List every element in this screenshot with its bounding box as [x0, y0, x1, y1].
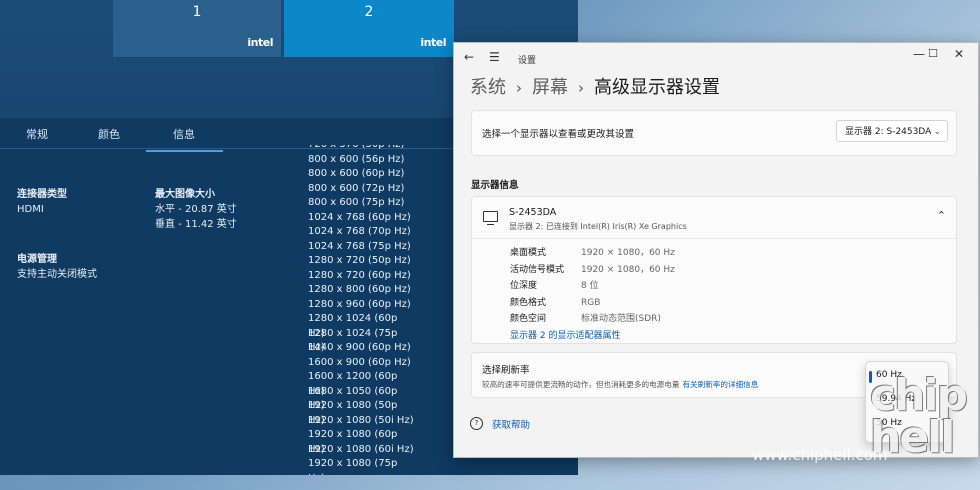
display-mode-item[interactable]: 1600 x 1200 (60p Hz) — [301, 370, 416, 397]
display-mode-item[interactable]: 1920 x 1080 (75p Hz) — [301, 457, 416, 475]
display-mode-item[interactable]: 1280 x 1024 (60p Hz) — [301, 312, 416, 339]
chevron-right-icon: › — [516, 79, 522, 97]
display-info-row: 颜色空间 标准动态范围(SDR) — [510, 311, 930, 328]
page-title: 高级显示器设置 — [594, 77, 720, 98]
info-value: 标准动态范围(SDR) — [581, 314, 661, 324]
refresh-rate-title: 选择刷新率 — [482, 365, 530, 376]
maximize-button[interactable]: ☐ — [923, 47, 943, 60]
display-mode-item[interactable]: 800 x 600 (72p Hz) — [301, 182, 416, 197]
power-value: 支持主动关闭模式 — [17, 269, 97, 280]
display-select-value: 显示器 2: S-2453DA — [845, 127, 932, 137]
display-mode-item[interactable]: 720 x 576 (50p Hz) — [301, 145, 416, 153]
connector-info: 连接器类型 HDMI — [17, 187, 67, 217]
breadcrumb-system[interactable]: 系统 — [470, 77, 506, 98]
close-button[interactable]: ✕ — [949, 47, 969, 61]
max-size-horizontal: 水平 - 20.87 英寸 — [155, 204, 237, 215]
display-mode-item[interactable]: 1440 x 900 (60p Hz) — [301, 341, 416, 356]
info-value: RGB — [581, 297, 601, 308]
breadcrumb-display[interactable]: 屏幕 — [532, 77, 568, 98]
display-info-row: 活动信号模式 1920 × 1080，60 Hz — [510, 262, 930, 279]
monitor-number: 1 — [192, 4, 202, 20]
monitor-number: 2 — [364, 4, 374, 20]
max-size-vertical: 垂直 - 11.42 英寸 — [155, 219, 237, 230]
supported-modes-list[interactable]: 720 x 576 (50p Hz)800 x 600 (56p Hz)800 … — [301, 145, 416, 475]
info-value: 8 位 — [581, 281, 599, 291]
refresh-rate-info-link[interactable]: 有关刷新率的详细信息 — [682, 380, 758, 389]
connector-label: 连接器类型 — [17, 189, 67, 200]
display-mode-item[interactable]: 1680 x 1050 (60p Hz) — [301, 385, 416, 412]
max-size-label: 最大图像大小 — [155, 189, 215, 200]
display-mode-item[interactable]: 1920 x 1080 (60i Hz) — [301, 443, 416, 458]
adapter-properties-link[interactable]: 显示器 2 的显示适配器属性 — [510, 328, 620, 341]
connector-value: HDMI — [17, 204, 44, 215]
chevron-right-icon: › — [578, 79, 584, 97]
max-size-info: 最大图像大小 水平 - 20.87 英寸 垂直 - 11.42 英寸 — [155, 187, 237, 232]
display-info-row: 桌面模式 1920 × 1080，60 Hz — [510, 245, 930, 262]
display-mode-item[interactable]: 1920 x 1080 (60p Hz) — [301, 428, 416, 455]
tab-general[interactable]: 常规 — [26, 126, 48, 142]
power-info: 电源管理 支持主动关闭模式 — [17, 252, 97, 282]
breadcrumb: 系统 › 屏幕 › 高级显示器设置 — [470, 73, 720, 99]
display-info-card: S-2453DA 显示器 2: 已连接到 Intel(R) Iris(R) Xe… — [471, 196, 957, 344]
display-mode-item[interactable]: 800 x 600 (60p Hz) — [301, 167, 416, 182]
chevron-up-icon[interactable]: ⌃ — [937, 209, 946, 222]
refresh-rate-description: 较高的速率可提供更流畅的动作，但也消耗更多的电源电量 有关刷新率的详细信息 — [482, 379, 758, 390]
info-value: 1920 × 1080，60 Hz — [581, 264, 675, 275]
display-mode-item[interactable]: 800 x 600 (56p Hz) — [301, 153, 416, 168]
display-select-dropdown[interactable]: 显示器 2: S-2453DA ⌄ — [836, 120, 948, 142]
display-mode-item[interactable]: 1280 x 960 (60p Hz) — [301, 298, 416, 313]
watermark-url: www.chiphell.com — [752, 446, 888, 464]
section-title: 显示器信息 — [471, 180, 519, 191]
refresh-rate-sub: 较高的速率可提供更流畅的动作，但也消耗更多的电源电量 — [482, 380, 680, 389]
tab-info[interactable]: 信息 — [146, 126, 223, 152]
intel-logo: intel — [420, 36, 446, 49]
monitor-1-tile[interactable]: 1 intel — [113, 0, 281, 57]
display-mode-item[interactable]: 1920 x 1080 (50i Hz) — [301, 414, 416, 429]
hamburger-menu-icon[interactable]: ☰ — [489, 50, 500, 64]
display-mode-item[interactable]: 1024 x 768 (70p Hz) — [301, 225, 416, 240]
title-bar: ← ☰ 设置 — ☐ ✕ — [454, 43, 978, 73]
display-info-header[interactable]: S-2453DA 显示器 2: 已连接到 Intel(R) Iris(R) Xe… — [472, 197, 956, 239]
display-select-card: 选择一个显示器以查看或更改其设置 显示器 2: S-2453DA ⌄ — [471, 110, 957, 156]
chevron-down-icon: ⌄ — [933, 127, 941, 137]
display-mode-item[interactable]: 800 x 600 (75p Hz) — [301, 196, 416, 211]
display-mode-item[interactable]: 1280 x 800 (60p Hz) — [301, 283, 416, 298]
info-value: 1920 × 1080，60 Hz — [581, 248, 675, 258]
info-key: 桌面模式 — [510, 248, 547, 258]
display-info-rows: 桌面模式 1920 × 1080，60 Hz 活动信号模式 1920 × 1080，6… — [510, 245, 930, 328]
display-mode-item[interactable]: 1600 x 900 (60p Hz) — [301, 356, 416, 371]
info-key: 颜色格式 — [510, 297, 547, 308]
display-mode-item[interactable]: 1280 x 1024 (75p Hz) — [301, 327, 416, 354]
display-name: S-2453DA — [509, 207, 557, 218]
back-arrow-icon[interactable]: ← — [464, 50, 474, 64]
display-mode-item[interactable]: 1920 x 1080 (50p Hz) — [301, 399, 416, 426]
tab-color[interactable]: 颜色 — [98, 126, 120, 142]
power-label: 电源管理 — [17, 254, 57, 265]
help-icon: ? — [470, 417, 483, 430]
display-mode-item[interactable]: 1280 x 720 (50p Hz) — [301, 254, 416, 269]
display-info-row: 颜色格式 RGB — [510, 295, 930, 312]
display-mode-item[interactable]: 1280 x 720 (60p Hz) — [301, 269, 416, 284]
display-connection: 显示器 2: 已连接到 Intel(R) Iris(R) Xe Graphics — [509, 222, 687, 231]
display-info-row: 位深度 8 位 — [510, 278, 930, 295]
intel-logo: intel — [247, 36, 273, 49]
window-title: 设置 — [518, 56, 537, 66]
monitor-icon — [483, 211, 498, 225]
info-key: 位深度 — [510, 281, 538, 291]
monitor-2-tile[interactable]: 2 intel — [284, 0, 454, 57]
info-key: 活动信号模式 — [510, 264, 565, 275]
display-mode-item[interactable]: 1024 x 768 (75p Hz) — [301, 240, 416, 255]
info-key: 颜色空间 — [510, 314, 547, 324]
display-mode-item[interactable]: 1024 x 768 (60p Hz) — [301, 211, 416, 226]
display-select-label: 选择一个显示器以查看或更改其设置 — [482, 129, 635, 140]
get-help-label: 获取帮助 — [492, 420, 531, 431]
